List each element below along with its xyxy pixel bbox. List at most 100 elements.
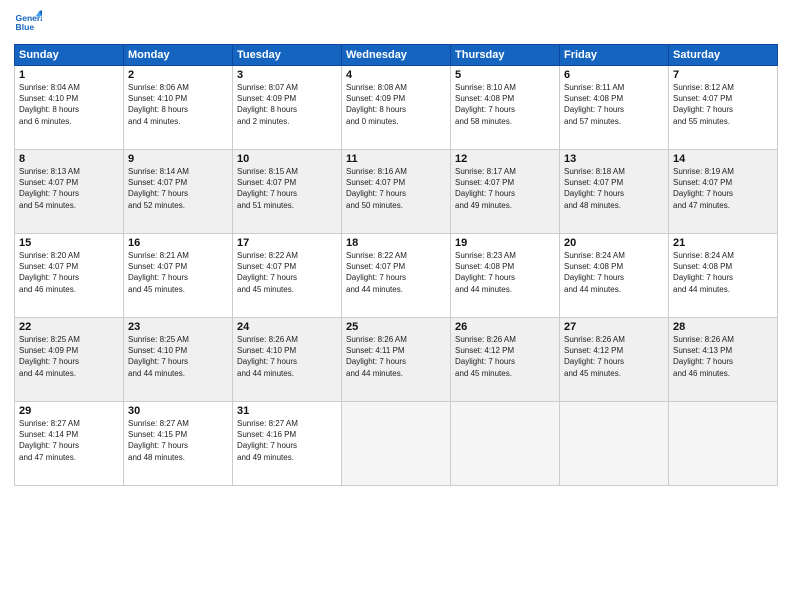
day-info: Sunrise: 8:10 AMSunset: 4:08 PMDaylight:… — [455, 82, 555, 127]
day-info: Sunrise: 8:26 AMSunset: 4:13 PMDaylight:… — [673, 334, 773, 379]
weekday-header-wednesday: Wednesday — [342, 45, 451, 66]
day-cell: 28Sunrise: 8:26 AMSunset: 4:13 PMDayligh… — [669, 318, 778, 402]
day-info: Sunrise: 8:07 AMSunset: 4:09 PMDaylight:… — [237, 82, 337, 127]
day-cell: 22Sunrise: 8:25 AMSunset: 4:09 PMDayligh… — [15, 318, 124, 402]
day-number: 13 — [564, 153, 664, 165]
day-number: 18 — [346, 237, 446, 249]
day-info: Sunrise: 8:26 AMSunset: 4:10 PMDaylight:… — [237, 334, 337, 379]
day-cell: 16Sunrise: 8:21 AMSunset: 4:07 PMDayligh… — [124, 234, 233, 318]
day-info: Sunrise: 8:20 AMSunset: 4:07 PMDaylight:… — [19, 250, 119, 295]
weekday-header-row: SundayMondayTuesdayWednesdayThursdayFrid… — [15, 45, 778, 66]
day-cell: 2Sunrise: 8:06 AMSunset: 4:10 PMDaylight… — [124, 66, 233, 150]
day-info: Sunrise: 8:14 AMSunset: 4:07 PMDaylight:… — [128, 166, 228, 211]
day-cell: 30Sunrise: 8:27 AMSunset: 4:15 PMDayligh… — [124, 402, 233, 486]
day-info: Sunrise: 8:27 AMSunset: 4:16 PMDaylight:… — [237, 418, 337, 463]
day-info: Sunrise: 8:19 AMSunset: 4:07 PMDaylight:… — [673, 166, 773, 211]
day-number: 15 — [19, 237, 119, 249]
day-number: 21 — [673, 237, 773, 249]
week-row-2: 8Sunrise: 8:13 AMSunset: 4:07 PMDaylight… — [15, 150, 778, 234]
day-info: Sunrise: 8:08 AMSunset: 4:09 PMDaylight:… — [346, 82, 446, 127]
day-info: Sunrise: 8:23 AMSunset: 4:08 PMDaylight:… — [455, 250, 555, 295]
day-cell: 23Sunrise: 8:25 AMSunset: 4:10 PMDayligh… — [124, 318, 233, 402]
day-number: 3 — [237, 69, 337, 81]
day-number: 17 — [237, 237, 337, 249]
day-info: Sunrise: 8:06 AMSunset: 4:10 PMDaylight:… — [128, 82, 228, 127]
day-info: Sunrise: 8:16 AMSunset: 4:07 PMDaylight:… — [346, 166, 446, 211]
day-cell: 29Sunrise: 8:27 AMSunset: 4:14 PMDayligh… — [15, 402, 124, 486]
day-cell: 27Sunrise: 8:26 AMSunset: 4:12 PMDayligh… — [560, 318, 669, 402]
day-number: 26 — [455, 321, 555, 333]
weekday-header-friday: Friday — [560, 45, 669, 66]
day-info: Sunrise: 8:22 AMSunset: 4:07 PMDaylight:… — [237, 250, 337, 295]
day-cell: 9Sunrise: 8:14 AMSunset: 4:07 PMDaylight… — [124, 150, 233, 234]
calendar-table: SundayMondayTuesdayWednesdayThursdayFrid… — [14, 44, 778, 486]
week-row-5: 29Sunrise: 8:27 AMSunset: 4:14 PMDayligh… — [15, 402, 778, 486]
day-number: 12 — [455, 153, 555, 165]
day-number: 10 — [237, 153, 337, 165]
day-cell: 1Sunrise: 8:04 AMSunset: 4:10 PMDaylight… — [15, 66, 124, 150]
logo-icon: General Blue — [14, 10, 42, 38]
day-cell: 5Sunrise: 8:10 AMSunset: 4:08 PMDaylight… — [451, 66, 560, 150]
day-cell: 24Sunrise: 8:26 AMSunset: 4:10 PMDayligh… — [233, 318, 342, 402]
day-number: 22 — [19, 321, 119, 333]
day-cell — [342, 402, 451, 486]
day-number: 28 — [673, 321, 773, 333]
day-info: Sunrise: 8:13 AMSunset: 4:07 PMDaylight:… — [19, 166, 119, 211]
day-cell: 14Sunrise: 8:19 AMSunset: 4:07 PMDayligh… — [669, 150, 778, 234]
day-cell: 26Sunrise: 8:26 AMSunset: 4:12 PMDayligh… — [451, 318, 560, 402]
svg-text:Blue: Blue — [16, 22, 35, 32]
day-cell: 12Sunrise: 8:17 AMSunset: 4:07 PMDayligh… — [451, 150, 560, 234]
page: General Blue SundayMondayTuesdayWednesda… — [0, 0, 792, 612]
day-number: 9 — [128, 153, 228, 165]
day-info: Sunrise: 8:25 AMSunset: 4:09 PMDaylight:… — [19, 334, 119, 379]
day-number: 7 — [673, 69, 773, 81]
day-cell: 11Sunrise: 8:16 AMSunset: 4:07 PMDayligh… — [342, 150, 451, 234]
day-cell — [669, 402, 778, 486]
logo: General Blue — [14, 10, 46, 38]
day-number: 4 — [346, 69, 446, 81]
week-row-3: 15Sunrise: 8:20 AMSunset: 4:07 PMDayligh… — [15, 234, 778, 318]
day-cell: 3Sunrise: 8:07 AMSunset: 4:09 PMDaylight… — [233, 66, 342, 150]
day-info: Sunrise: 8:27 AMSunset: 4:14 PMDaylight:… — [19, 418, 119, 463]
day-number: 29 — [19, 405, 119, 417]
day-info: Sunrise: 8:27 AMSunset: 4:15 PMDaylight:… — [128, 418, 228, 463]
day-info: Sunrise: 8:24 AMSunset: 4:08 PMDaylight:… — [673, 250, 773, 295]
day-number: 19 — [455, 237, 555, 249]
day-number: 14 — [673, 153, 773, 165]
day-number: 11 — [346, 153, 446, 165]
weekday-header-thursday: Thursday — [451, 45, 560, 66]
day-info: Sunrise: 8:17 AMSunset: 4:07 PMDaylight:… — [455, 166, 555, 211]
day-number: 5 — [455, 69, 555, 81]
day-info: Sunrise: 8:12 AMSunset: 4:07 PMDaylight:… — [673, 82, 773, 127]
day-number: 2 — [128, 69, 228, 81]
day-number: 1 — [19, 69, 119, 81]
weekday-header-monday: Monday — [124, 45, 233, 66]
day-number: 31 — [237, 405, 337, 417]
day-cell — [451, 402, 560, 486]
day-info: Sunrise: 8:22 AMSunset: 4:07 PMDaylight:… — [346, 250, 446, 295]
day-cell: 20Sunrise: 8:24 AMSunset: 4:08 PMDayligh… — [560, 234, 669, 318]
week-row-1: 1Sunrise: 8:04 AMSunset: 4:10 PMDaylight… — [15, 66, 778, 150]
day-info: Sunrise: 8:18 AMSunset: 4:07 PMDaylight:… — [564, 166, 664, 211]
day-number: 30 — [128, 405, 228, 417]
day-cell: 10Sunrise: 8:15 AMSunset: 4:07 PMDayligh… — [233, 150, 342, 234]
day-cell: 21Sunrise: 8:24 AMSunset: 4:08 PMDayligh… — [669, 234, 778, 318]
day-cell: 18Sunrise: 8:22 AMSunset: 4:07 PMDayligh… — [342, 234, 451, 318]
day-cell: 17Sunrise: 8:22 AMSunset: 4:07 PMDayligh… — [233, 234, 342, 318]
day-cell: 15Sunrise: 8:20 AMSunset: 4:07 PMDayligh… — [15, 234, 124, 318]
day-cell: 25Sunrise: 8:26 AMSunset: 4:11 PMDayligh… — [342, 318, 451, 402]
day-cell: 7Sunrise: 8:12 AMSunset: 4:07 PMDaylight… — [669, 66, 778, 150]
day-info: Sunrise: 8:04 AMSunset: 4:10 PMDaylight:… — [19, 82, 119, 127]
weekday-header-sunday: Sunday — [15, 45, 124, 66]
day-cell: 31Sunrise: 8:27 AMSunset: 4:16 PMDayligh… — [233, 402, 342, 486]
day-number: 24 — [237, 321, 337, 333]
day-number: 23 — [128, 321, 228, 333]
day-info: Sunrise: 8:21 AMSunset: 4:07 PMDaylight:… — [128, 250, 228, 295]
day-info: Sunrise: 8:11 AMSunset: 4:08 PMDaylight:… — [564, 82, 664, 127]
day-number: 20 — [564, 237, 664, 249]
day-info: Sunrise: 8:24 AMSunset: 4:08 PMDaylight:… — [564, 250, 664, 295]
day-number: 25 — [346, 321, 446, 333]
day-cell: 8Sunrise: 8:13 AMSunset: 4:07 PMDaylight… — [15, 150, 124, 234]
day-info: Sunrise: 8:26 AMSunset: 4:11 PMDaylight:… — [346, 334, 446, 379]
day-info: Sunrise: 8:26 AMSunset: 4:12 PMDaylight:… — [564, 334, 664, 379]
